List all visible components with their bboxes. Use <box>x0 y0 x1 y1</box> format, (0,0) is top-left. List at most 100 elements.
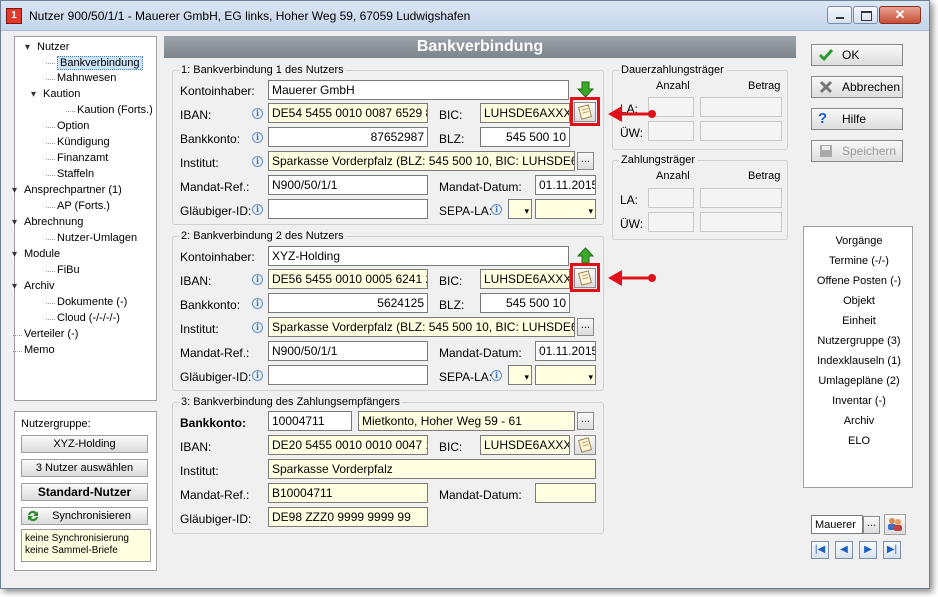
last-record-button[interactable]: ▶| <box>883 541 901 559</box>
minimize-button[interactable] <box>827 6 852 24</box>
tree-item[interactable]: Module <box>24 248 60 260</box>
bank-card-button[interactable] <box>574 268 596 288</box>
bank1-bic-input[interactable]: LUHSDE6AXXX <box>480 103 570 123</box>
cancel-button[interactable]: Abbrechen <box>811 76 903 98</box>
related-link[interactable]: Umlagepläne (2) <box>804 375 914 387</box>
bank1-glaeubiger-input[interactable] <box>268 199 428 219</box>
group-name-button[interactable]: XYZ-Holding <box>21 435 148 453</box>
konto-select-button[interactable]: ... <box>577 412 594 430</box>
close-button[interactable]: ✕ <box>879 6 921 24</box>
tree-item[interactable]: Mahnwesen <box>57 72 116 84</box>
info-icon[interactable]: i <box>252 322 263 333</box>
related-link[interactable]: Archiv <box>804 415 914 427</box>
tree-item[interactable]: Cloud (-/-/-/-) <box>57 312 120 324</box>
info-icon[interactable]: i <box>252 156 263 167</box>
bank1-bankkonto-input[interactable]: 87652987 <box>268 127 428 147</box>
related-link[interactable]: Nutzergruppe (3) <box>804 335 914 347</box>
arrow-down-icon[interactable] <box>577 81 594 98</box>
related-link[interactable]: Einheit <box>804 315 914 327</box>
related-link[interactable]: Vorgänge <box>804 235 914 247</box>
related-link[interactable]: ELO <box>804 435 914 447</box>
select-users-button[interactable]: 3 Nutzer auswählen <box>21 459 148 477</box>
expand-toggle[interactable]: ▾ <box>25 42 35 53</box>
tree-item[interactable]: AP (Forts.) <box>57 200 110 212</box>
bank1-institut-input[interactable]: Sparkasse Vorderpfalz (BLZ: 545 500 10, … <box>268 151 575 171</box>
info-icon[interactable]: i <box>491 370 502 381</box>
save-button[interactable]: Speichern <box>811 140 903 162</box>
bank3-mandat-ref-input[interactable]: B10004711 <box>268 483 428 503</box>
tree-item[interactable]: Archiv <box>24 280 55 292</box>
institut-select-button[interactable]: ... <box>577 152 594 170</box>
bank3-institut-input[interactable]: Sparkasse Vorderpfalz <box>268 459 596 479</box>
bank2-bic-input[interactable]: LUHSDE6AXXX <box>480 269 570 289</box>
expand-toggle[interactable]: ▾ <box>12 185 22 196</box>
bank1-mandat-datum-input[interactable]: 01.11.2015 <box>535 175 596 195</box>
bank3-konto-desc[interactable]: Mietkonto, Hoher Weg 59 - 61 <box>358 411 575 431</box>
bank-card-button[interactable] <box>574 435 596 455</box>
tree-item[interactable]: Memo <box>24 344 55 356</box>
bank1-sepa-la2-select[interactable]: ▾ <box>535 199 596 219</box>
tree-item[interactable]: Abrechnung <box>24 216 83 228</box>
bank2-glaeubiger-input[interactable] <box>268 365 428 385</box>
arrow-up-icon[interactable] <box>577 247 594 264</box>
bank1-mandat-ref-input[interactable]: N900/50/1/1 <box>268 175 428 195</box>
related-link[interactable]: Inventar (-) <box>804 395 914 407</box>
maximize-button[interactable] <box>853 6 878 24</box>
tree-item[interactable]: Nutzer-Umlagen <box>57 232 137 244</box>
bank2-mandat-datum-input[interactable]: 01.11.2015 <box>535 341 596 361</box>
tree-item[interactable]: Kaution <box>43 88 80 100</box>
related-link[interactable]: Indexklauseln (1) <box>804 355 914 367</box>
bank2-blz-input[interactable]: 545 500 10 <box>480 293 570 313</box>
bank3-bic-input[interactable]: LUHSDE6AXXX <box>480 435 570 455</box>
expand-toggle[interactable]: ▾ <box>12 249 22 260</box>
tree-item[interactable]: FiBu <box>57 264 80 276</box>
info-icon[interactable]: i <box>252 298 263 309</box>
ok-button[interactable]: OK <box>811 44 903 66</box>
related-link[interactable]: Offene Posten (-) <box>804 275 914 287</box>
tree-item[interactable]: Option <box>57 120 89 132</box>
tree-item[interactable]: Ansprechpartner (1) <box>24 184 122 196</box>
bank3-mandat-datum-input[interactable] <box>535 483 596 503</box>
users-button[interactable] <box>884 514 906 535</box>
tree-item[interactable]: Verteiler (-) <box>24 328 78 340</box>
tree-item[interactable]: Kündigung <box>57 136 110 148</box>
info-icon[interactable]: i <box>252 370 263 381</box>
info-icon[interactable]: i <box>252 132 263 143</box>
tree-item[interactable]: Nutzer <box>37 41 69 53</box>
bank1-sepa-la-select[interactable]: ▾ <box>508 199 532 219</box>
tree-item[interactable]: Dokumente (-) <box>57 296 127 308</box>
bank3-iban-input[interactable]: DE20 5455 0010 0010 0047 11 <box>268 435 428 455</box>
related-link[interactable]: Termine (-/-) <box>804 255 914 267</box>
tree-item[interactable]: Staffeln <box>57 168 94 180</box>
bank2-iban-input[interactable]: DE56 5455 0010 0005 6241 25 <box>268 269 428 289</box>
tree-item[interactable]: Kaution (Forts.) <box>77 104 153 116</box>
bank1-kontoinhaber-input[interactable]: Mauerer GmbH <box>268 80 569 100</box>
bank2-kontoinhaber-input[interactable]: XYZ-Holding <box>268 246 569 266</box>
bank2-institut-input[interactable]: Sparkasse Vorderpfalz (BLZ: 545 500 10, … <box>268 317 575 337</box>
info-icon[interactable]: i <box>252 108 263 119</box>
expand-toggle[interactable]: ▾ <box>12 217 22 228</box>
help-button[interactable]: ? Hilfe <box>811 108 903 130</box>
tree-item[interactable]: Finanzamt <box>57 152 108 164</box>
info-icon[interactable]: i <box>252 204 263 215</box>
user-search-button[interactable]: ... <box>863 516 880 534</box>
synchronize-button[interactable]: Synchronisieren <box>21 507 148 525</box>
previous-record-button[interactable]: ◀ <box>835 541 853 559</box>
expand-toggle[interactable]: ▾ <box>31 89 41 100</box>
bank1-blz-input[interactable]: 545 500 10 <box>480 127 570 147</box>
bank2-bankkonto-input[interactable]: 5624125 <box>268 293 428 313</box>
standard-user-button[interactable]: Standard-Nutzer <box>21 483 148 501</box>
related-link[interactable]: Objekt <box>804 295 914 307</box>
bank2-sepa-la2-select[interactable]: ▾ <box>535 365 596 385</box>
bank-card-button[interactable] <box>574 102 596 122</box>
first-record-button[interactable]: |◀ <box>811 541 829 559</box>
info-icon[interactable]: i <box>252 274 263 285</box>
user-search-input[interactable]: Mauerer <box>811 515 863 534</box>
tree-item[interactable]: Bankverbindung <box>57 56 143 70</box>
bank2-sepa-la-select[interactable]: ▾ <box>508 365 532 385</box>
institut-select-button[interactable]: ... <box>577 318 594 336</box>
bank3-bankkonto-input[interactable]: 10004711 <box>268 411 352 431</box>
next-record-button[interactable]: ▶ <box>859 541 877 559</box>
info-icon[interactable]: i <box>491 204 502 215</box>
bank1-iban-input[interactable]: DE54 5455 0010 0087 6529 87 <box>268 103 428 123</box>
